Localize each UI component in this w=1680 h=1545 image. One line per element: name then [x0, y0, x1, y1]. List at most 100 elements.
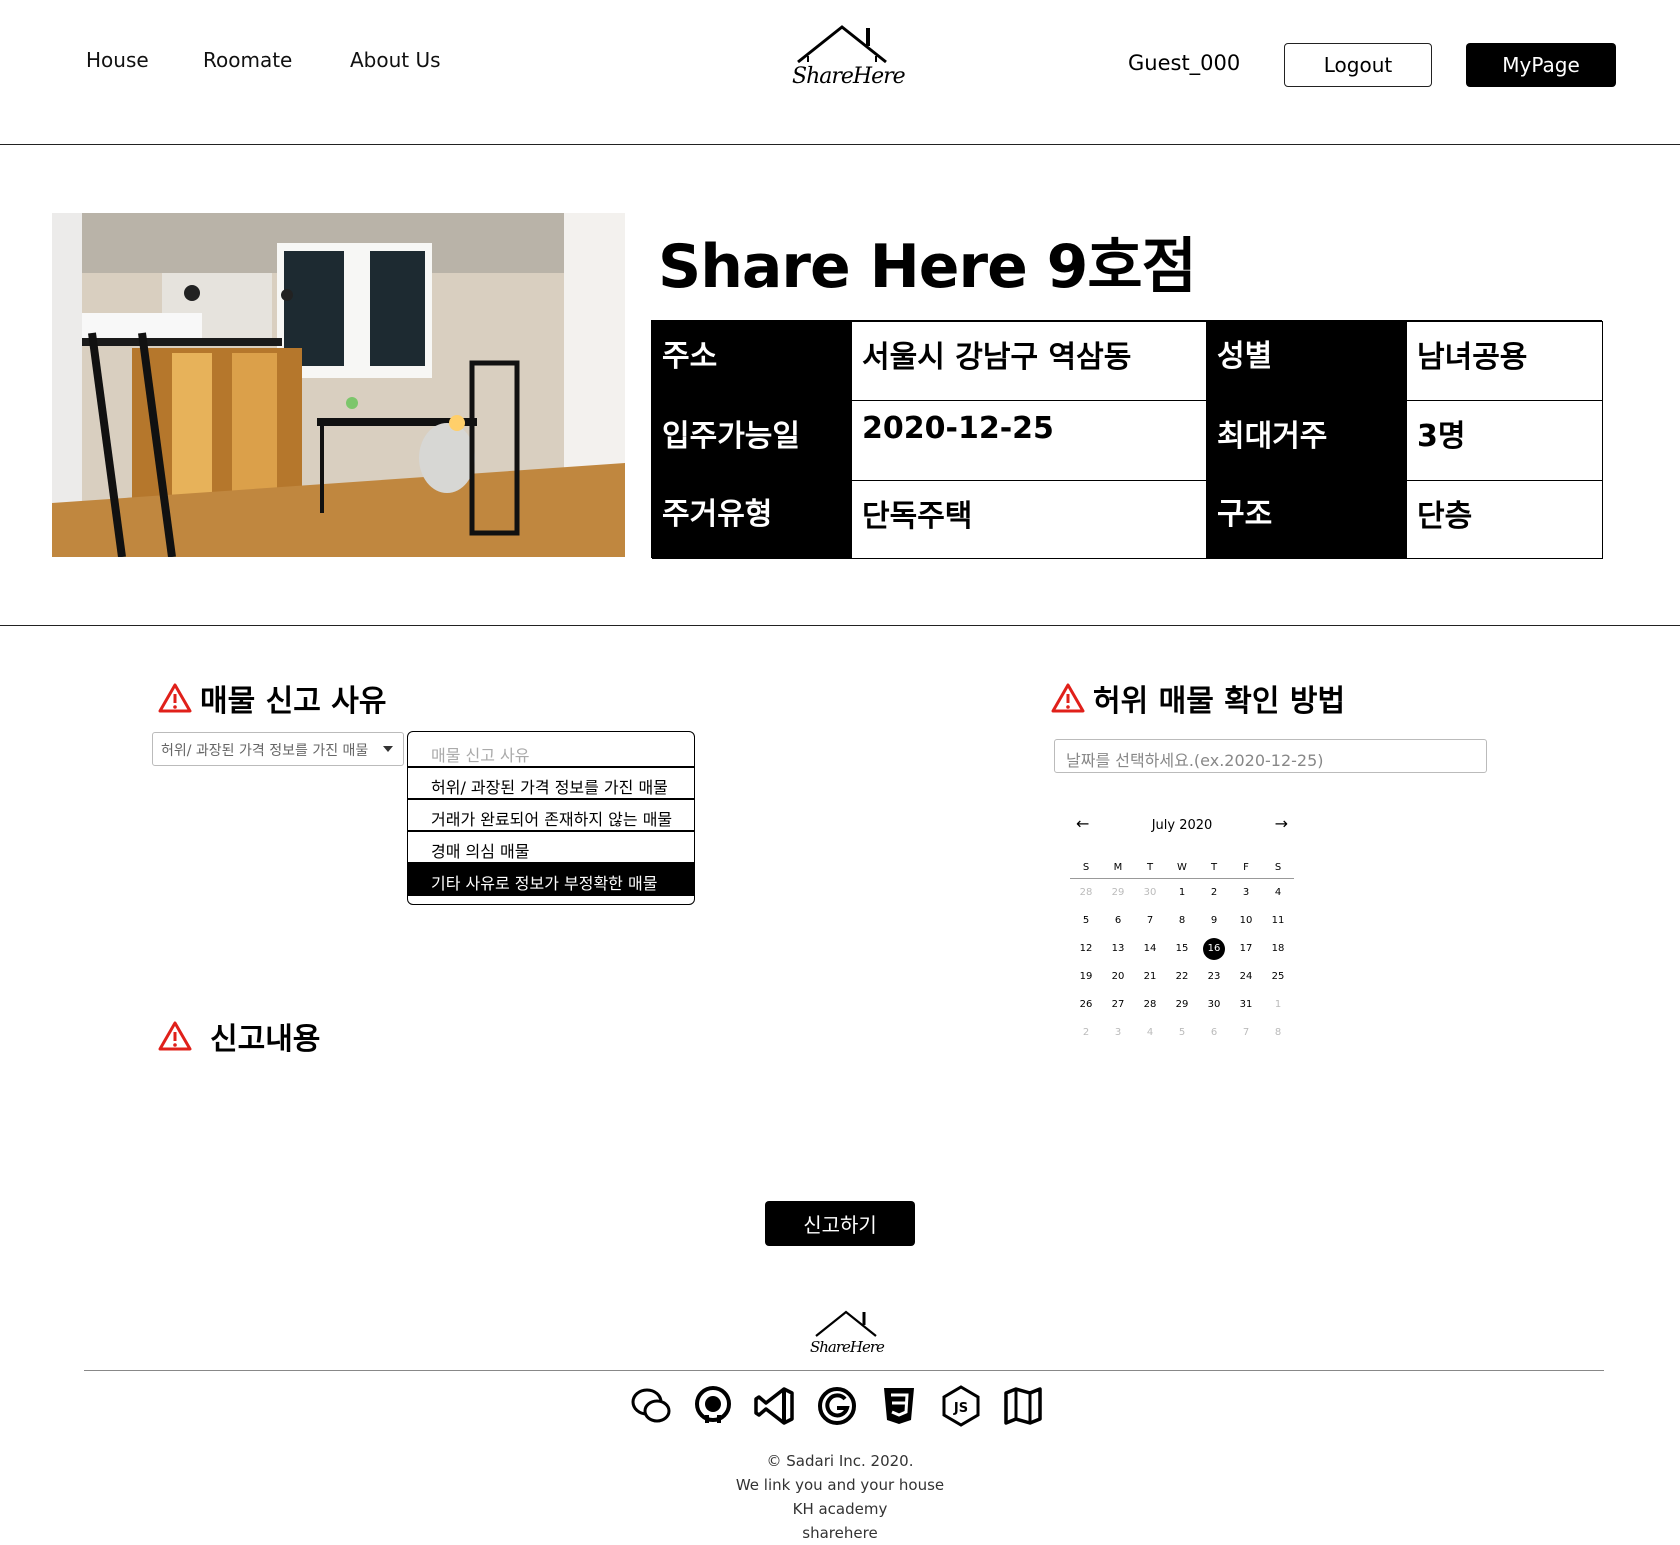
nav-roommate[interactable]: Roomate	[203, 48, 292, 72]
calendar-weekday: S	[1082, 862, 1090, 873]
footer-copyright: © Sadari Inc. 2020.	[766, 1452, 914, 1470]
calendar-day[interactable]: 7	[1230, 1019, 1262, 1047]
mypage-button[interactable]: MyPage	[1466, 43, 1616, 87]
calendar-day[interactable]: 31	[1230, 991, 1262, 1019]
logo[interactable]: ShareHere	[786, 22, 906, 102]
report-content-heading: 신고내용	[158, 1014, 320, 1058]
nav-house[interactable]: House	[86, 48, 149, 72]
calendar-day[interactable]: 10	[1230, 907, 1262, 935]
calendar-weekday: F	[1243, 862, 1249, 873]
calendar-day[interactable]: 9	[1198, 907, 1230, 935]
css3-icon[interactable]	[878, 1385, 920, 1427]
calendar-grid: S M T W T F S 28 29 30 1 2 3 4 5 6 7 8 9 10 11 12 13 14 15 16 17 18…	[1070, 858, 1294, 1047]
report-reason-heading: 매물 신고 사유	[158, 676, 387, 720]
calendar-day[interactable]: 16	[1198, 935, 1230, 963]
footer-tagline: We link you and your house	[735, 1476, 945, 1494]
calendar-day[interactable]: 3	[1230, 879, 1262, 907]
structure-value: 단층	[1406, 480, 1603, 559]
gender-key: 성별	[1207, 321, 1406, 401]
max-key: 최대거주	[1207, 401, 1406, 480]
dropdown-option[interactable]: 거래가 완료되어 존재하지 않는 매물	[408, 800, 694, 832]
report-reason-selected: 허위/ 과장된 가격 정보를 가진 매물	[161, 743, 369, 759]
calendar-day[interactable]: 17	[1230, 935, 1262, 963]
calendar-day[interactable]: 15	[1166, 935, 1198, 963]
report-reason-select[interactable]: 허위/ 과장된 가격 정보를 가진 매물	[152, 732, 404, 766]
movein-value: 2020-12-25	[851, 400, 1207, 481]
report-reason-dropdown[interactable]: 매물 신고 사유 허위/ 과장된 가격 정보를 가진 매물 거래가 완료되어 존…	[407, 731, 695, 905]
calendar-day[interactable]: 1	[1166, 879, 1198, 907]
report-content-title: 신고내용	[210, 1022, 321, 1057]
calendar-day[interactable]: 1	[1262, 991, 1294, 1019]
calendar-weekday-row: SMTWTFS	[1070, 858, 1294, 879]
dropdown-option[interactable]: 허위/ 과장된 가격 정보를 가진 매물	[408, 768, 694, 800]
listing-photo	[52, 213, 625, 557]
date-input[interactable]: 날짜를 선택하세요.(ex.2020-12-25)	[1054, 739, 1487, 773]
address-value: 서울시 강남구 역삼동	[851, 321, 1207, 401]
calendar-weekday: S	[1274, 862, 1282, 873]
calendar-day[interactable]: 30	[1134, 879, 1166, 907]
dropdown-option[interactable]: 경매 의심 매물	[408, 832, 694, 864]
calendar-day[interactable]: 11	[1262, 907, 1294, 935]
footer-academy: KH academy	[792, 1500, 888, 1518]
dropdown-option-highlighted[interactable]: 기타 사유로 정보가 부정확한 매물	[408, 864, 694, 896]
calendar-day[interactable]: 29	[1166, 991, 1198, 1019]
calendar-next-button[interactable]: →	[1275, 814, 1288, 833]
calendar-day[interactable]: 2	[1198, 879, 1230, 907]
calendar-day[interactable]: 3	[1102, 1019, 1134, 1047]
github-icon[interactable]	[692, 1385, 734, 1427]
calendar-day[interactable]: 29	[1102, 879, 1134, 907]
calendar-day[interactable]: 12	[1070, 935, 1102, 963]
nodejs-icon[interactable]: JS	[940, 1385, 982, 1427]
submit-report-button[interactable]: 신고하기	[765, 1201, 915, 1246]
calendar-day[interactable]: 5	[1070, 907, 1102, 935]
calendar-day[interactable]: 4	[1134, 1019, 1166, 1047]
warning-icon	[158, 683, 192, 713]
vscode-icon[interactable]	[754, 1385, 796, 1427]
calendar-day[interactable]: 26	[1070, 991, 1102, 1019]
logout-button[interactable]: Logout	[1284, 43, 1432, 87]
address-key: 주소	[662, 339, 718, 374]
calendar-day[interactable]: 28	[1134, 991, 1166, 1019]
type-key: 주거유형	[662, 497, 773, 532]
calendar-day[interactable]: 4	[1262, 879, 1294, 907]
calendar-day[interactable]: 30	[1198, 991, 1230, 1019]
nav-about-us[interactable]: About Us	[350, 48, 441, 72]
calendar-day[interactable]: 6	[1102, 907, 1134, 935]
footer-divider	[84, 1370, 1604, 1371]
calendar-day[interactable]: 21	[1134, 963, 1166, 991]
calendar-day[interactable]: 7	[1134, 907, 1166, 935]
verify-title: 허위 매물 확인 방법	[1093, 684, 1346, 719]
dropdown-placeholder: 매물 신고 사유	[408, 732, 694, 768]
calendar-day[interactable]: 6	[1198, 1019, 1230, 1047]
footer-logo[interactable]: ShareHere	[808, 1308, 885, 1364]
calendar-day[interactable]: 5	[1166, 1019, 1198, 1047]
calendar-week: 28 29 30 1 2 3 4	[1070, 879, 1294, 907]
calendar-day[interactable]: 23	[1198, 963, 1230, 991]
report-reason-title: 매물 신고 사유	[200, 684, 387, 719]
footer-site: sharehere	[802, 1524, 878, 1542]
chat-icon[interactable]	[630, 1385, 672, 1427]
calendar-day[interactable]: 28	[1070, 879, 1102, 907]
footer-logo-text: ShareHere	[810, 1338, 885, 1356]
verify-heading: 허위 매물 확인 방법	[1051, 676, 1345, 720]
calendar-day[interactable]: 8	[1262, 1019, 1294, 1047]
calendar-day[interactable]: 8	[1166, 907, 1198, 935]
calendar-day[interactable]: 14	[1134, 935, 1166, 963]
calendar-day[interactable]: 13	[1102, 935, 1134, 963]
calendar-day[interactable]: 18	[1262, 935, 1294, 963]
calendar-day[interactable]: 20	[1102, 963, 1134, 991]
calendar-day[interactable]: 19	[1070, 963, 1102, 991]
warning-icon	[1051, 683, 1085, 713]
calendar-weekday: T	[1210, 862, 1218, 873]
calendar-day[interactable]: 2	[1070, 1019, 1102, 1047]
logo-text: ShareHere	[792, 64, 906, 89]
calendar-day[interactable]: 27	[1102, 991, 1134, 1019]
calendar-week: 19 20 21 22 23 24 25	[1070, 963, 1294, 991]
google-icon[interactable]	[816, 1385, 858, 1427]
calendar-day[interactable]: 22	[1166, 963, 1198, 991]
map-icon[interactable]	[1002, 1385, 1044, 1427]
section-divider	[0, 625, 1680, 626]
footer-icons: JS	[630, 1385, 1044, 1427]
calendar-day[interactable]: 25	[1262, 963, 1294, 991]
calendar-day[interactable]: 24	[1230, 963, 1262, 991]
